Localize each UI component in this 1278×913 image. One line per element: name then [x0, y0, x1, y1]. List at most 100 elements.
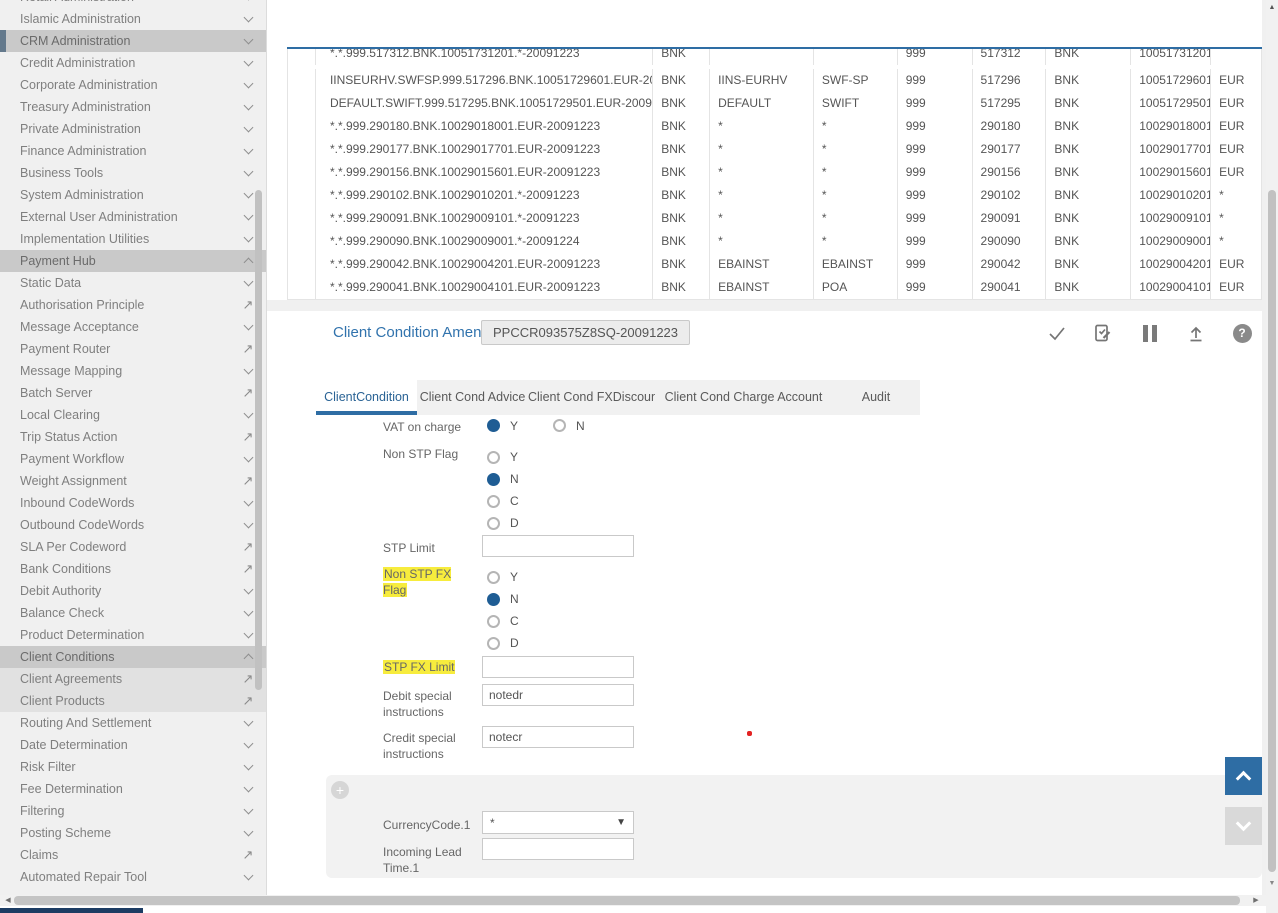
add-row-button[interactable]: + [331, 781, 349, 799]
sidebar-item-date-determination[interactable]: Date Determination [0, 734, 266, 756]
sidebar-item-label: SLA Per Codeword [0, 540, 126, 554]
upload-button[interactable] [1185, 322, 1207, 344]
credit-special-instructions-input[interactable] [482, 726, 634, 748]
table-row[interactable]: *.*.999.517312.BNK.10051731201.*-2009122… [288, 49, 1261, 69]
sidebar-item-client-agreements[interactable]: Client Agreements↗ [0, 668, 266, 690]
sidebar-item-balance-check[interactable]: Balance Check [0, 602, 266, 624]
sidebar-items: Retail AdministrationIslamic Administrat… [0, 0, 266, 888]
sidebar-item-client-conditions[interactable]: Client Conditions [0, 646, 266, 668]
radio-option-label: Y [510, 570, 518, 584]
table-row[interactable]: IINSEURHV.SWFSP.999.517296.BNK.100517296… [288, 69, 1261, 92]
sidebar-item-posting-scheme[interactable]: Posting Scheme [0, 822, 266, 844]
table-row[interactable]: *.*.999.290102.BNK.10029010201.*-2009122… [288, 184, 1261, 207]
sidebar-item-crm-administration[interactable]: CRM Administration [0, 30, 266, 52]
scroll-left-arrow[interactable]: ◀ [2, 895, 14, 906]
sidebar-item-product-determination[interactable]: Product Determination [0, 624, 266, 646]
sidebar-item-outbound-codewords[interactable]: Outbound CodeWords [0, 514, 266, 536]
table-cell: EBAINST [814, 253, 898, 276]
sidebar-item-static-data[interactable]: Static Data [0, 272, 266, 294]
sidebar-item-label: Business Tools [0, 166, 103, 180]
sidebar-item-message-acceptance[interactable]: Message Acceptance [0, 316, 266, 338]
stp-limit-input[interactable] [482, 535, 634, 557]
validate-button[interactable] [1091, 322, 1113, 344]
sidebar-item-sla-per-codeword[interactable]: SLA Per Codeword↗ [0, 536, 266, 558]
sidebar-item-treasury-administration[interactable]: Treasury Administration [0, 96, 266, 118]
radio-option-N[interactable]: N [487, 588, 519, 610]
sidebar-item-weight-assignment[interactable]: Weight Assignment↗ [0, 470, 266, 492]
hold-button[interactable] [1139, 322, 1161, 344]
currency-code-select[interactable]: * ▼ [482, 811, 634, 834]
tab-client-cond-advice[interactable]: Client Cond Advice [417, 380, 528, 415]
table-row[interactable]: *.*.999.290091.BNK.10029009101.*-2009122… [288, 207, 1261, 230]
scroll-up-arrow[interactable]: ▲ [1266, 2, 1278, 14]
radio-option-N[interactable]: N [553, 418, 585, 433]
sidebar-item-client-products[interactable]: Client Products↗ [0, 690, 266, 712]
tab-client-cond-fxdiscount[interactable]: Client Cond FXDiscount [528, 380, 655, 415]
sidebar-item-risk-filter[interactable]: Risk Filter [0, 756, 266, 778]
sidebar-item-routing-and-settlement[interactable]: Routing And Settlement [0, 712, 266, 734]
sidebar-item-fee-determination[interactable]: Fee Determination [0, 778, 266, 800]
sidebar-item-label: Bank Conditions [0, 562, 111, 576]
vertical-scrollbar-thumb[interactable] [1268, 190, 1276, 872]
radio-option-Y[interactable]: Y [487, 418, 518, 433]
sidebar-item-business-tools[interactable]: Business Tools [0, 162, 266, 184]
scroll-to-bottom-button[interactable] [1225, 807, 1262, 845]
help-button[interactable]: ? [1231, 322, 1253, 344]
sidebar-item-local-clearing[interactable]: Local Clearing [0, 404, 266, 426]
sidebar-item-payment-router[interactable]: Payment Router↗ [0, 338, 266, 360]
table-row[interactable]: DEFAULT.SWIFT.999.517295.BNK.10051729501… [288, 92, 1261, 115]
scroll-right-arrow[interactable]: ▶ [1250, 895, 1262, 906]
sidebar-item-automated-repair-tool[interactable]: Automated Repair Tool [0, 866, 266, 888]
chevron-down-icon [242, 739, 254, 751]
sidebar-item-payment-hub[interactable]: Payment Hub [0, 250, 266, 272]
table-row[interactable]: *.*.999.290156.BNK.10029015601.EUR-20091… [288, 161, 1261, 184]
sidebar-item-credit-administration[interactable]: Credit Administration [0, 52, 266, 74]
sidebar-item-filtering[interactable]: Filtering [0, 800, 266, 822]
table-row[interactable]: *.*.999.290042.BNK.10029004201.EUR-20091… [288, 253, 1261, 276]
table-cell: BNK [1046, 207, 1131, 230]
approve-button[interactable] [1046, 322, 1068, 344]
sidebar-item-islamic-administration[interactable]: Islamic Administration [0, 8, 266, 30]
sidebar-scrollbar-thumb[interactable] [255, 190, 262, 690]
sidebar-item-system-administration[interactable]: System Administration [0, 184, 266, 206]
sidebar-item-claims[interactable]: Claims↗ [0, 844, 266, 866]
scroll-to-top-button[interactable] [1225, 757, 1262, 795]
sidebar-item-payment-workflow[interactable]: Payment Workflow [0, 448, 266, 470]
sidebar-item-batch-server[interactable]: Batch Server↗ [0, 382, 266, 404]
incoming-lead-time-input[interactable] [482, 838, 634, 860]
radio-option-Y[interactable]: Y [487, 566, 519, 588]
radio-option-C[interactable]: C [487, 610, 519, 632]
chevron-down-icon [242, 145, 254, 157]
sidebar-item-label: Finance Administration [0, 144, 146, 158]
table-row[interactable]: *.*.999.290177.BNK.10029017701.EUR-20091… [288, 138, 1261, 161]
tab-clientcondition[interactable]: ClientCondition [316, 380, 417, 415]
table-row[interactable]: *.*.999.290041.BNK.10029004101.EUR-20091… [288, 276, 1261, 299]
sidebar-item-authorisation-principle[interactable]: Authorisation Principle↗ [0, 294, 266, 316]
radio-option-C[interactable]: C [487, 490, 519, 512]
radio-option-D[interactable]: D [487, 632, 519, 654]
radio-option-D[interactable]: D [487, 512, 519, 534]
sidebar-item-message-mapping[interactable]: Message Mapping [0, 360, 266, 382]
sidebar-item-retail-administration[interactable]: Retail Administration [0, 0, 266, 8]
sidebar-item-bank-conditions[interactable]: Bank Conditions↗ [0, 558, 266, 580]
scroll-down-arrow[interactable]: ▼ [1266, 878, 1278, 890]
tab-audit[interactable]: Audit [832, 380, 920, 415]
sidebar-item-finance-administration[interactable]: Finance Administration [0, 140, 266, 162]
radio-option-N[interactable]: N [487, 468, 519, 490]
table-row[interactable]: *.*.999.290090.BNK.10029009001.*-2009122… [288, 230, 1261, 253]
sidebar-item-external-user-administration[interactable]: External User Administration [0, 206, 266, 228]
sidebar-item-implementation-utilities[interactable]: Implementation Utilities [0, 228, 266, 250]
sidebar-item-inbound-codewords[interactable]: Inbound CodeWords [0, 492, 266, 514]
table-cell: * [814, 184, 898, 207]
table-row[interactable]: *.*.999.290180.BNK.10029018001.EUR-20091… [288, 115, 1261, 138]
tab-client-cond-charge-account[interactable]: Client Cond Charge Account [655, 380, 832, 415]
table-cell: *.*.999.290180.BNK.10029018001.EUR-20091… [316, 115, 653, 138]
sidebar-item-private-administration[interactable]: Private Administration [0, 118, 266, 140]
debit-special-instructions-input[interactable] [482, 684, 634, 706]
sidebar-item-debit-authority[interactable]: Debit Authority [0, 580, 266, 602]
stp-fx-limit-input[interactable] [482, 656, 634, 678]
horizontal-scrollbar-thumb[interactable] [14, 896, 1240, 905]
sidebar-item-trip-status-action[interactable]: Trip Status Action↗ [0, 426, 266, 448]
sidebar-item-corporate-administration[interactable]: Corporate Administration [0, 74, 266, 96]
radio-option-Y[interactable]: Y [487, 446, 519, 468]
